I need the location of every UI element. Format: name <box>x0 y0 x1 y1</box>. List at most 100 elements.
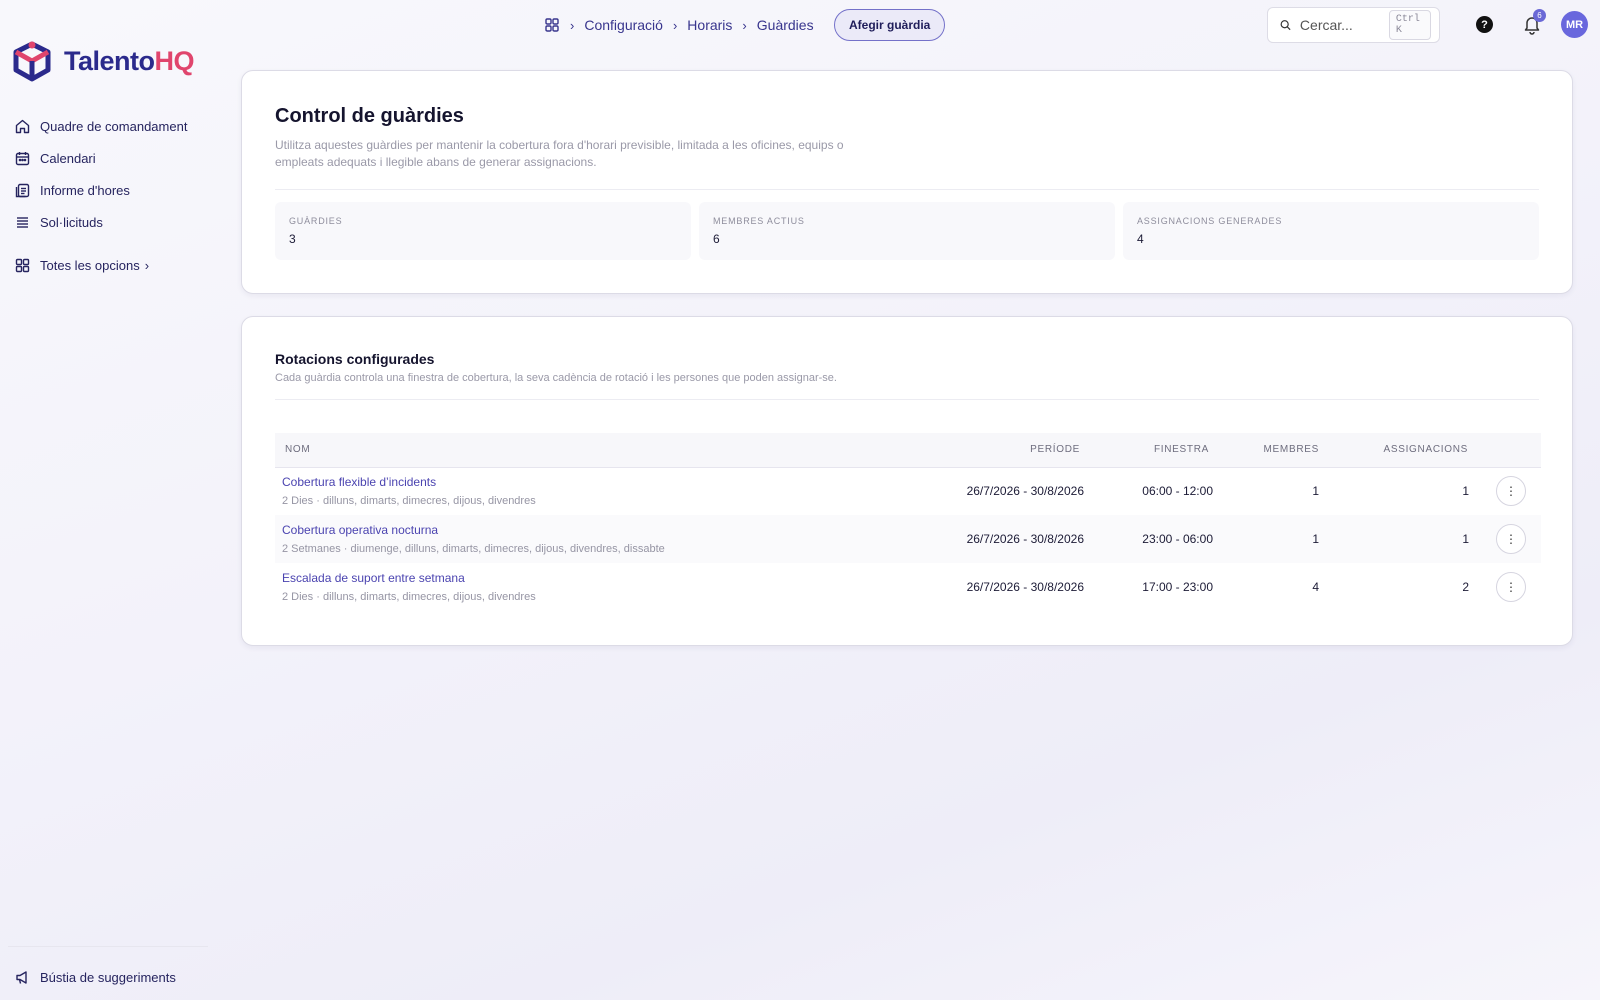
sidebar-item-dashboard[interactable]: Quadre de comandament <box>14 110 204 142</box>
sidebar-item-all-options[interactable]: Totes les opcions › <box>14 249 204 281</box>
kebab-icon: ⋮ <box>1505 580 1517 594</box>
stat-label: Assignacions generades <box>1137 216 1283 226</box>
breadcrumb: › Configuració › Horaris › Guàrdies <box>544 11 814 39</box>
feedback-link[interactable]: Bústia de suggeriments <box>14 961 208 993</box>
column-window[interactable]: Finestra <box>1090 433 1227 468</box>
rotations-title: Rotacions configurades <box>275 351 435 367</box>
table-row[interactable]: Cobertura flexible d’incidents 2 Dies · … <box>275 467 1541 515</box>
row-actions-cell: ⋮ <box>1481 467 1541 515</box>
timesheet-icon <box>14 182 31 199</box>
row-window: 17:00 - 23:00 <box>1142 580 1213 594</box>
search-box[interactable]: Ctrl K <box>1267 7 1440 43</box>
stat-value: 4 <box>1137 232 1144 246</box>
row-window: 23:00 - 06:00 <box>1142 532 1213 546</box>
rotations-card: Rotacions configurades Cada guàrdia cont… <box>241 316 1573 646</box>
row-members: 1 <box>1312 484 1319 499</box>
row-assignments: 1 <box>1462 532 1469 546</box>
sidebar-item-calendar[interactable]: Calendari <box>14 142 204 174</box>
divider <box>275 399 1539 400</box>
row-period: 26/7/2026 - 30/8/2026 <box>966 580 1084 594</box>
row-period: 26/7/2026 - 30/8/2026 <box>966 484 1084 499</box>
table-header: Nom Període Finestra Membres Assignacion… <box>275 433 1541 468</box>
row-period: 26/7/2026 - 30/8/2026 <box>966 532 1084 546</box>
sidebar-item-label: Quadre de comandament <box>40 118 188 134</box>
breadcrumb-horaris[interactable]: Horaris <box>687 17 732 33</box>
more-actions-button[interactable]: ⋮ <box>1496 476 1526 507</box>
home-icon <box>14 118 31 135</box>
rotation-detail: 2 Dies · dilluns, dimarts, dimecres, dij… <box>282 591 536 603</box>
apps-grid-icon[interactable] <box>544 17 560 33</box>
table-row[interactable]: Cobertura operativa nocturna 2 Setmanes … <box>275 515 1541 563</box>
row-actions-cell: ⋮ <box>1481 515 1541 563</box>
search-icon <box>1280 20 1291 31</box>
more-actions-button[interactable]: ⋮ <box>1496 572 1526 602</box>
sidebar-item-label: Totes les opcions <box>40 257 140 273</box>
stat-generated-assignments: Assignacions generades 4 <box>1123 202 1539 260</box>
grid-icon <box>14 257 31 274</box>
row-actions-cell: ⋮ <box>1481 563 1541 611</box>
overview-card: Control de guàrdies Utilitza aquestes gu… <box>241 70 1573 294</box>
topbar: › Configuració › Horaris › Guàrdies Afeg… <box>0 0 1600 50</box>
row-members: 1 <box>1312 532 1319 546</box>
sidebar-item-timesheet[interactable]: Informe d'hores <box>14 174 204 206</box>
stat-guards: Guàrdies 3 <box>275 202 691 260</box>
search-input[interactable] <box>1299 17 1380 33</box>
sidebar-nav: Quadre de comandament Calendari Informe … <box>14 110 204 281</box>
table-row[interactable]: Escalada de suport entre setmana 2 Dies … <box>275 563 1541 611</box>
rotation-detail: 2 Dies · dilluns, dimarts, dimecres, dij… <box>282 495 536 508</box>
rotation-name-link[interactable]: Cobertura operativa nocturna <box>282 523 940 537</box>
row-window: 06:00 - 12:00 <box>1142 484 1213 499</box>
list-icon <box>14 214 31 231</box>
column-members[interactable]: Membres <box>1227 433 1331 468</box>
column-actions <box>1481 433 1541 468</box>
rotation-detail: 2 Setmanes · diumenge, dilluns, dimarts,… <box>282 543 665 555</box>
stat-label: Guàrdies <box>289 216 343 226</box>
sidebar-footer: Bústia de suggeriments <box>8 946 208 993</box>
brand-part1: Talento <box>64 45 155 76</box>
divider <box>275 189 1539 190</box>
rotations-table: Nom Període Finestra Membres Assignacion… <box>275 433 1541 611</box>
more-actions-button[interactable]: ⋮ <box>1496 524 1526 554</box>
page-title: Control de guàrdies <box>275 105 464 127</box>
row-assignments: 2 <box>1462 580 1469 594</box>
sidebar-item-label: Sol·licituds <box>40 214 103 230</box>
chevron-right-icon: › <box>144 257 150 273</box>
rotation-name-link[interactable]: Escalada de suport entre setmana <box>282 571 940 585</box>
megaphone-icon <box>14 969 31 986</box>
brand-part2: HQ <box>154 45 195 76</box>
row-assignments: 1 <box>1462 484 1469 499</box>
help-icon[interactable]: ? <box>1476 16 1493 33</box>
sidebar-item-label: Calendari <box>40 150 96 166</box>
page-description: Utilitza aquestes guàrdies per mantenir … <box>275 138 844 169</box>
stat-value: 6 <box>713 232 720 246</box>
notification-badge: 6 <box>1533 9 1546 22</box>
kebab-icon: ⋮ <box>1505 484 1517 499</box>
stat-value: 3 <box>289 232 296 246</box>
stat-label: Membres actius <box>713 216 805 226</box>
chevron-right-icon: › <box>672 17 678 33</box>
breadcrumb-guardies[interactable]: Guàrdies <box>757 17 814 33</box>
sidebar-item-label: Informe d'hores <box>40 182 130 198</box>
row-members: 4 <box>1312 580 1319 594</box>
chevron-right-icon: › <box>570 17 575 33</box>
avatar[interactable]: MR <box>1561 11 1588 38</box>
kebab-icon: ⋮ <box>1505 532 1517 546</box>
breadcrumb-configuracio[interactable]: Configuració <box>584 17 663 33</box>
chevron-right-icon: › <box>742 17 747 33</box>
column-period[interactable]: Període <box>940 433 1090 468</box>
column-name[interactable]: Nom <box>275 433 940 468</box>
rotation-name-link[interactable]: Cobertura flexible d’incidents <box>282 475 940 489</box>
calendar-icon <box>14 150 31 167</box>
row-name-cell: Cobertura flexible d’incidents 2 Dies · … <box>275 467 940 515</box>
add-guard-button[interactable]: Afegir guàrdia <box>834 9 946 41</box>
search-shortcut: Ctrl K <box>1388 10 1431 40</box>
sidebar-item-requests[interactable]: Sol·licituds <box>14 206 204 238</box>
stat-active-members: Membres actius 6 <box>699 202 1115 260</box>
sidebar: TalentoHQ Quadre de comandament Calendar… <box>0 0 210 1000</box>
row-name-cell: Cobertura operativa nocturna 2 Setmanes … <box>275 515 940 563</box>
feedback-label: Bústia de suggeriments <box>40 969 176 985</box>
rotations-description: Cada guàrdia controla una finestra de co… <box>275 372 837 384</box>
stats-row: Guàrdies 3 Membres actius 6 Assignacions… <box>275 202 1539 260</box>
logo-text: TalentoHQ <box>64 46 194 77</box>
column-assignments[interactable]: Assignacions <box>1331 433 1481 468</box>
